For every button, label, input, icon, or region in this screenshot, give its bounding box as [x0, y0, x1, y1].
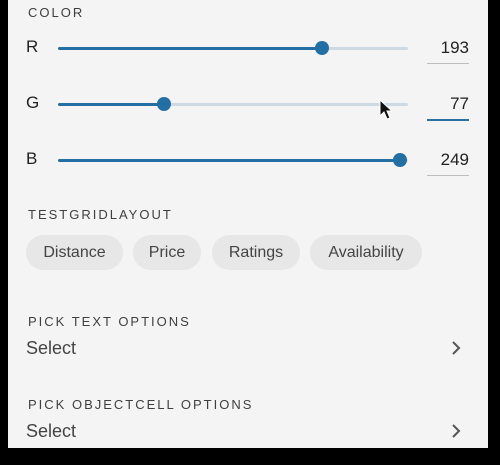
slider-thumb-g[interactable] [156, 97, 171, 111]
chip-distance[interactable]: Distance [26, 235, 123, 270]
slider-track-b[interactable] [58, 153, 408, 167]
slider-row-b: B 249 [8, 145, 488, 176]
slider-label-r: R [26, 37, 39, 56]
chip-price[interactable]: Price [133, 235, 201, 270]
slider-thumb-r[interactable] [315, 41, 330, 55]
settings-panel: COLOR R 193 G 77 B 249 TESTGRIDLAYOUT Di… [8, 0, 488, 448]
slider-thumb-b[interactable] [392, 153, 407, 167]
value-text-r: 193 [440, 38, 469, 57]
slider-label-g: G [26, 93, 40, 112]
grid-section-title: TESTGRIDLAYOUT [28, 207, 173, 222]
mouse-cursor-icon [379, 99, 393, 120]
value-field-b[interactable]: 249 [427, 145, 469, 176]
pick-objectcell-value: Select [26, 421, 77, 441]
slider-fill-g [58, 103, 164, 106]
pick-text-value: Select [26, 338, 77, 358]
chevron-right-icon [452, 341, 461, 355]
chevron-right-icon [452, 424, 461, 438]
slider-fill-b [58, 159, 400, 162]
pick-objectcell-row[interactable]: Select [8, 419, 488, 447]
slider-track-r[interactable] [58, 41, 408, 55]
slider-row-g: G 77 [8, 89, 488, 121]
chip-availability[interactable]: Availability [310, 235, 422, 270]
value-text-b: 249 [440, 150, 469, 169]
slider-fill-r [58, 47, 323, 50]
color-section-title: COLOR [28, 5, 85, 20]
pick-text-row[interactable]: Select [8, 336, 488, 364]
chip-ratings[interactable]: Ratings [212, 235, 300, 270]
slider-row-r: R 193 [8, 33, 488, 64]
pick-text-title: PICK TEXT OPTIONS [28, 314, 191, 329]
slider-track-g[interactable] [58, 97, 408, 111]
pick-objectcell-title: PICK OBJECTCELL OPTIONS [28, 397, 254, 412]
value-field-r[interactable]: 193 [427, 33, 469, 64]
value-field-g[interactable]: 77 [427, 89, 469, 121]
slider-label-b: B [26, 149, 38, 168]
value-text-g: 77 [450, 94, 469, 113]
